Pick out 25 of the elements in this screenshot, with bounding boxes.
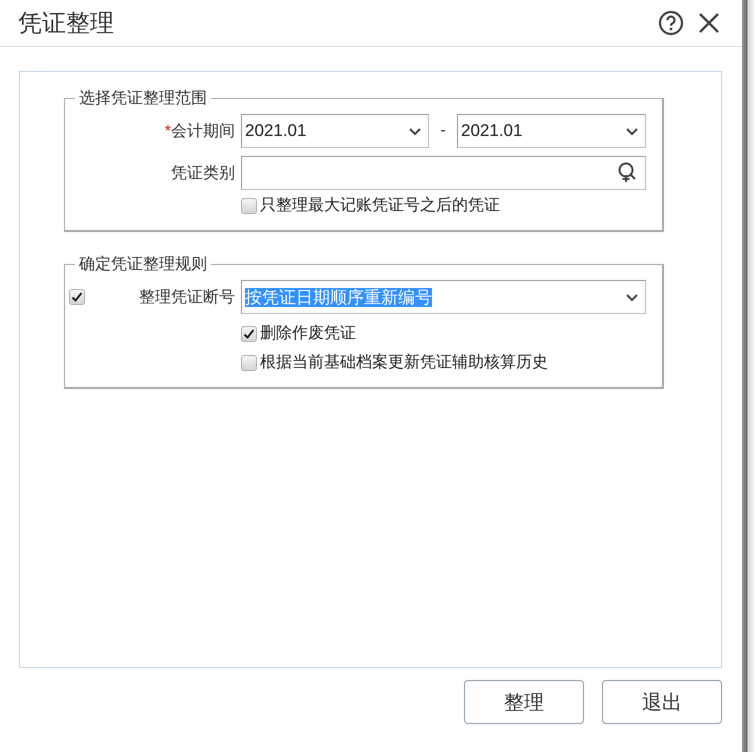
chevron-down-icon [625, 126, 639, 136]
checkbox[interactable] [241, 326, 257, 342]
dialog-button[interactable]: 整理 [464, 680, 584, 724]
period-to-select[interactable]: 2021.01 [457, 114, 646, 148]
field-label: 凭证类别 [170, 164, 236, 184]
period-from-select[interactable]: 2021.01 [241, 114, 429, 148]
close-icon[interactable] [698, 12, 720, 34]
select-value: 按凭证日期顺序重新编号 [245, 288, 432, 306]
checkbox[interactable] [241, 354, 257, 370]
checkbox[interactable] [69, 289, 85, 305]
window-title: 凭证整理 [18, 9, 115, 39]
chevron-down-icon [408, 126, 422, 136]
option-checkbox-label[interactable]: 删除作废凭证 [241, 319, 646, 348]
group-legend: 选择凭证整理范围 [75, 88, 211, 109]
dialog-button[interactable]: 退出 [602, 680, 722, 724]
help-icon[interactable] [658, 10, 684, 36]
checkbox[interactable] [241, 198, 257, 214]
field-label: *会计期间 [164, 122, 236, 142]
field-label: 整理凭证断号 [138, 288, 236, 308]
category-field[interactable] [241, 156, 646, 190]
group-legend: 确定凭证整理规则 [75, 254, 211, 275]
option-checkbox-label[interactable]: 根据当前基础档案更新凭证辅助核算历史 [241, 348, 646, 377]
range-separator: - [439, 122, 447, 140]
chevron-down-icon [625, 292, 639, 302]
only-after-max-checkbox-label[interactable]: 只整理最大记账凭证号之后的凭证 [241, 191, 646, 220]
